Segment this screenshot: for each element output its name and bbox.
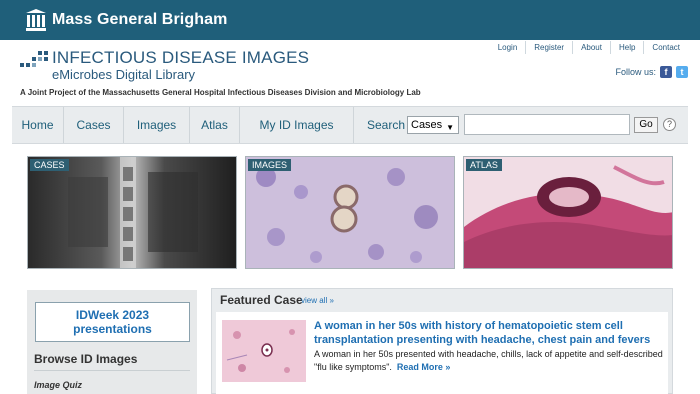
image-quiz-link[interactable]: Image Quiz (34, 380, 82, 390)
featured-case-summary: A woman in her 50s presented with headac… (314, 349, 663, 372)
images-tile-image (246, 157, 454, 268)
site-logo-icon (20, 51, 48, 67)
top-links: Login Register About Help Contact (490, 41, 688, 54)
featured-case-text: A woman in her 50s presented with headac… (314, 348, 664, 374)
chevron-down-icon: ▼ (446, 123, 454, 132)
featured-heading: Featured Case (220, 293, 303, 307)
nav-home[interactable]: Home (12, 107, 64, 143)
featured-case-panel: Featured Case view all » A woman in her … (211, 288, 673, 394)
site-title[interactable]: INFECTIOUS DISEASE IMAGES (52, 48, 309, 68)
featured-case-title[interactable]: A woman in her 50s with history of hemat… (314, 319, 664, 347)
cases-tile[interactable]: CASES (27, 156, 237, 269)
search-type-select[interactable]: Cases ▼ (407, 116, 459, 134)
idweek-line1: IDWeek 2023 (75, 308, 150, 322)
cases-tile-label: CASES (30, 159, 69, 171)
nav-cases[interactable]: Cases (64, 107, 124, 143)
about-link[interactable]: About (572, 41, 610, 54)
search-go-button[interactable]: Go (634, 117, 658, 133)
featured-thumbnail[interactable] (222, 320, 306, 382)
brand-logo-icon[interactable] (26, 9, 46, 31)
cases-tile-image (28, 157, 236, 268)
atlas-tile[interactable]: ATLAS (463, 156, 673, 269)
featured-body: A woman in her 50s with history of hemat… (216, 312, 668, 394)
images-tile-label: IMAGES (248, 159, 292, 171)
sidebar-divider (34, 370, 190, 371)
featured-view-all-link[interactable]: view all » (301, 296, 334, 305)
atlas-tile-image (464, 157, 672, 268)
main-nav: Home Cases Images Atlas My ID Images Sea… (12, 106, 688, 144)
search-type-value: Cases (411, 119, 443, 131)
site-tagline: A Joint Project of the Massachusetts Gen… (20, 88, 421, 97)
register-link[interactable]: Register (525, 41, 572, 54)
read-more-link[interactable]: Read More » (397, 362, 451, 372)
help-link[interactable]: Help (609, 41, 643, 54)
nav-my-id-images[interactable]: My ID Images (240, 107, 354, 143)
sidebar: IDWeek 2023 presentations Browse ID Imag… (27, 290, 197, 394)
images-tile[interactable]: IMAGES (245, 156, 455, 269)
search-help-icon[interactable]: ? (663, 118, 676, 131)
facebook-icon[interactable]: f (660, 66, 672, 78)
nav-atlas[interactable]: Atlas (190, 107, 240, 143)
atlas-tile-label: ATLAS (466, 159, 502, 171)
search-label: Search (367, 118, 406, 132)
follow-us: Follow us: f t (615, 66, 688, 78)
nav-images[interactable]: Images (124, 107, 190, 143)
search-input[interactable] (464, 114, 630, 135)
contact-link[interactable]: Contact (643, 41, 688, 54)
idweek-line2: presentations (73, 322, 152, 336)
follow-label: Follow us: (615, 67, 656, 77)
idweek-banner[interactable]: IDWeek 2023 presentations (35, 302, 190, 342)
twitter-icon[interactable]: t (676, 66, 688, 78)
brand-name[interactable]: Mass General Brigham (52, 11, 227, 29)
browse-title: Browse ID Images (34, 352, 138, 366)
brand-bar: Mass General Brigham (0, 0, 700, 40)
login-link[interactable]: Login (490, 41, 526, 54)
site-subtitle: eMicrobes Digital Library (52, 67, 196, 82)
